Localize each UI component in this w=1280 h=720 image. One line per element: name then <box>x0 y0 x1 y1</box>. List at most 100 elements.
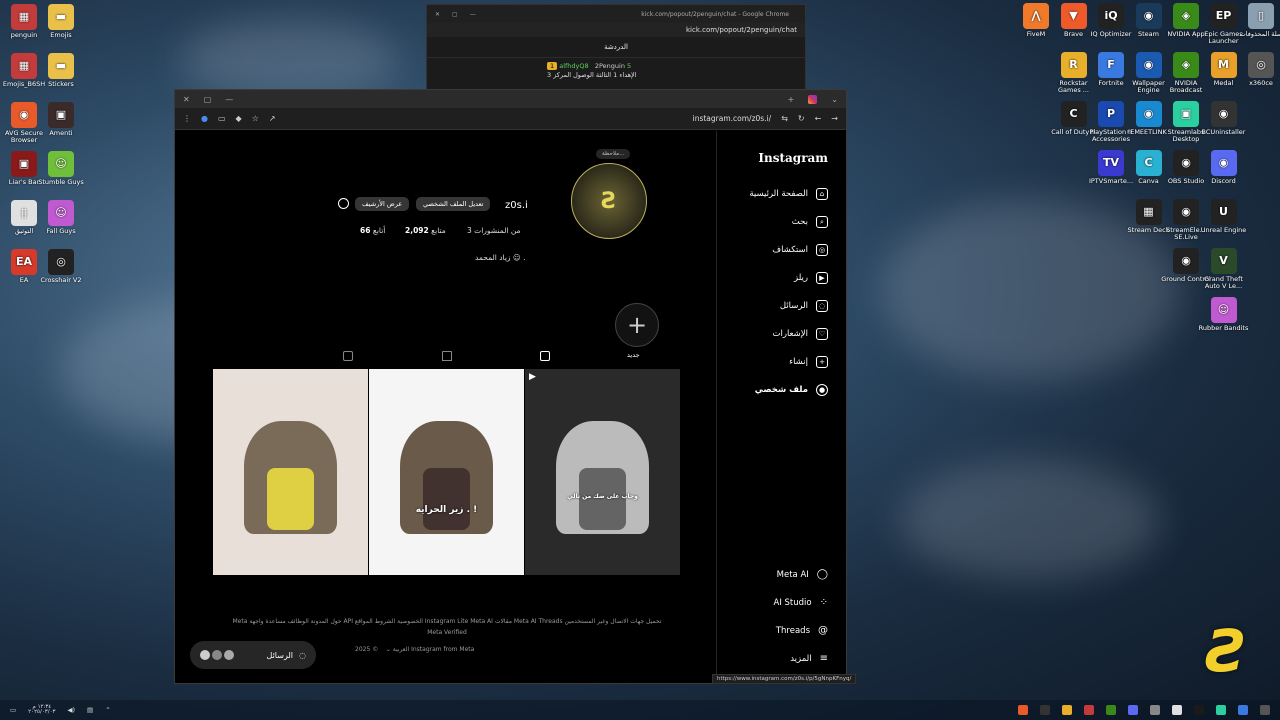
desktop-icon[interactable]: ▯ سلة المحذوفات <box>1235 3 1280 38</box>
chat-user[interactable]: 2Penguin <box>595 62 625 70</box>
desktop-icon[interactable]: ◎ Crosshair V2 <box>35 249 87 284</box>
extension-icon[interactable]: ◆ <box>236 114 242 123</box>
kick-chat-window[interactable]: ✕ ▢ — kick.com/popout/2penguin/chat - Go… <box>426 4 806 96</box>
desktop-icon[interactable]: ☺ Rubber Bandits <box>1198 297 1250 332</box>
nav-item[interactable]: المزيد ≡ <box>790 653 828 664</box>
desktop-icon[interactable]: ◉ Discord <box>1198 150 1250 185</box>
desktop-icon[interactable]: ☺ Fall Guys <box>35 200 87 235</box>
avatar[interactable]: Ƨ <box>571 163 647 239</box>
nav-item[interactable]: بحث ⌕ <box>792 216 828 228</box>
nav-item[interactable]: ملف شخصي ● <box>755 384 828 396</box>
chevron-down-icon[interactable]: ⌄ <box>831 95 838 104</box>
close-icon[interactable]: ✕ <box>183 95 190 104</box>
taskbar-brave-icon[interactable] <box>1018 705 1028 715</box>
taskbar-app-icon[interactable] <box>1150 705 1160 715</box>
nav-item-label: AI Studio <box>773 597 812 608</box>
network-icon[interactable]: ▤ <box>87 706 93 714</box>
nav-item[interactable]: إنشاء + <box>789 356 828 368</box>
instagram-tab-icon[interactable] <box>808 94 818 104</box>
chevron-down-icon[interactable]: ⌄ <box>386 646 391 653</box>
address-bar: ⋮ ● ▭ ◆ ☆ ↗ instagram.com/z0s.i/ ⇆ ↻ ← → <box>175 108 846 130</box>
taskbar-app-icon[interactable] <box>1238 705 1248 715</box>
url-field[interactable]: instagram.com/z0s.i/ <box>693 114 772 123</box>
taskbar-epic-icon[interactable] <box>1040 705 1050 715</box>
clock-date[interactable]: ١٢:٣٤ م ٢٠٢٥/٠٣/٠٣ <box>28 704 56 716</box>
nav-item[interactable]: الإشعارات ♡ <box>773 328 828 340</box>
desktop-icon[interactable]: ◎ x360ce <box>1235 52 1280 87</box>
post-thumbnail[interactable] <box>213 369 368 575</box>
taskbar-app-icon[interactable] <box>996 705 1006 715</box>
nav-item-label: Meta AI <box>776 569 809 580</box>
messages-pill[interactable]: الرسائل ◌ <box>190 641 316 669</box>
desktop-icon-label: Grand Theft Auto V Le... <box>1204 275 1243 291</box>
menu-dots-icon[interactable]: ⋮ <box>183 114 191 123</box>
post-thumbnail[interactable]: زير الحرايه . ! <box>369 369 524 575</box>
info-icon[interactable]: ● <box>201 114 208 123</box>
settings-icon[interactable] <box>338 198 349 209</box>
minimize-icon[interactable]: — <box>470 11 476 18</box>
taskbar-app-icon[interactable] <box>1260 705 1270 715</box>
taskbar-app-icon[interactable] <box>1084 705 1094 715</box>
volume-icon[interactable]: ◀) <box>68 706 76 714</box>
clock-date-text: ٢٠٢٥/٠٣/٠٣ <box>28 709 56 715</box>
chevron-up-icon[interactable]: ⌃ <box>105 706 110 714</box>
site-settings-icon[interactable]: ⇆ <box>781 114 788 123</box>
nav-item[interactable]: Meta AI ◯ <box>777 569 828 580</box>
taskbar-app-icon[interactable] <box>1106 705 1116 715</box>
nav-item[interactable]: ريلز ▶ <box>794 272 828 284</box>
share-icon[interactable]: ↗ <box>269 114 276 123</box>
taskbar-discord-icon[interactable] <box>1128 705 1138 715</box>
desktop-icon[interactable]: ☺ Stumble Guys <box>35 151 87 186</box>
nav-item[interactable]: الرسائل ◌ <box>780 300 828 312</box>
tagged-tab-icon[interactable] <box>343 351 353 361</box>
new-highlight-button[interactable]: + <box>615 303 659 347</box>
saved-tab-icon[interactable] <box>442 351 452 361</box>
notification-icon[interactable]: ▭ <box>10 706 16 714</box>
language-select[interactable]: العربية <box>393 646 409 653</box>
desktop-icon[interactable]: ▬ Stickers <box>35 53 87 88</box>
desktop-icon[interactable]: ▣ Amenti <box>35 102 87 137</box>
forward-icon[interactable]: → <box>831 114 838 123</box>
instagram-browser-window[interactable]: ✕ ▢ — + ⌄ ⋮ ● ▭ ◆ ☆ ↗ instagram.com/z0s.… <box>174 89 847 684</box>
maximize-icon[interactable]: ▢ <box>204 95 212 104</box>
maximize-icon[interactable]: ▢ <box>452 11 458 18</box>
footer-links[interactable]: Meta حول المدونة الوظائف مساعدة واجهة AP… <box>183 616 711 627</box>
reel-icon: ▶ <box>529 372 536 382</box>
nav-item[interactable]: الصفحة الرئيسية ⌂ <box>749 188 828 200</box>
post-caption: زير الحرايه . ! <box>415 504 478 515</box>
posts-grid-tab-icon[interactable] <box>540 351 550 361</box>
note-bubble[interactable]: ملاحظة... <box>596 149 631 159</box>
desktop-icon-image: ◎ <box>48 249 74 275</box>
instagram-logo[interactable]: Instagram <box>758 151 828 165</box>
minimize-icon[interactable]: — <box>225 95 233 104</box>
chat-user[interactable]: alfhdyQ8 <box>559 62 588 70</box>
edit-profile-button[interactable]: تعديل الملف الشخصي <box>416 197 491 211</box>
desktop-icon[interactable]: ▬ Emojis <box>35 4 87 39</box>
post-thumbnail[interactable]: وحاب على ضك من تالي ▶ <box>525 369 680 575</box>
desktop-icon[interactable]: ◉ BCUninstaller <box>1198 101 1250 136</box>
desktop-icon[interactable]: U Unreal Engine <box>1198 199 1250 234</box>
view-archive-button[interactable]: عرض الأرشيف <box>355 197 410 211</box>
nav-item[interactable]: AI Studio ⁘ <box>774 597 829 608</box>
nav-item[interactable]: استكشاف ◎ <box>772 244 828 256</box>
desktop-icon[interactable]: V Grand Theft Auto V Le... <box>1198 248 1250 291</box>
taskbar-app-icon[interactable] <box>1172 705 1182 715</box>
taskbar-app-icon[interactable] <box>1194 705 1204 715</box>
close-icon[interactable]: ✕ <box>435 11 440 18</box>
taskbar-chrome-icon[interactable] <box>1216 705 1226 715</box>
meta-verified-link[interactable]: Meta Verified <box>183 627 711 638</box>
taskbar-rockstar-icon[interactable] <box>1062 705 1072 715</box>
back-icon[interactable]: ← <box>815 114 822 123</box>
avatar-logo: Ƨ <box>601 188 617 214</box>
instagram-sidebar: Instagram الصفحة الرئيسية ⌂ بحث ⌕ استكشاف ◎ ري… <box>716 131 846 683</box>
desktop-icon-image: ◉ <box>1135 101 1162 127</box>
desktop-icon-image: ▬ <box>48 53 74 79</box>
star-icon[interactable]: ☆ <box>252 114 259 123</box>
reload-icon[interactable]: ↻ <box>798 114 805 123</box>
taskbar: ▭ ١٢:٣٤ م ٢٠٢٥/٠٣/٠٣ ◀) ▤ ⌃ <box>0 700 1280 720</box>
followers-count[interactable]: متابع 2,092 <box>405 226 446 235</box>
sidebar-icon[interactable]: ▭ <box>218 114 226 123</box>
nav-item[interactable]: Threads @ <box>776 625 828 636</box>
following-count[interactable]: أتابع 66 <box>360 226 385 235</box>
new-tab-icon[interactable]: + <box>788 95 795 104</box>
